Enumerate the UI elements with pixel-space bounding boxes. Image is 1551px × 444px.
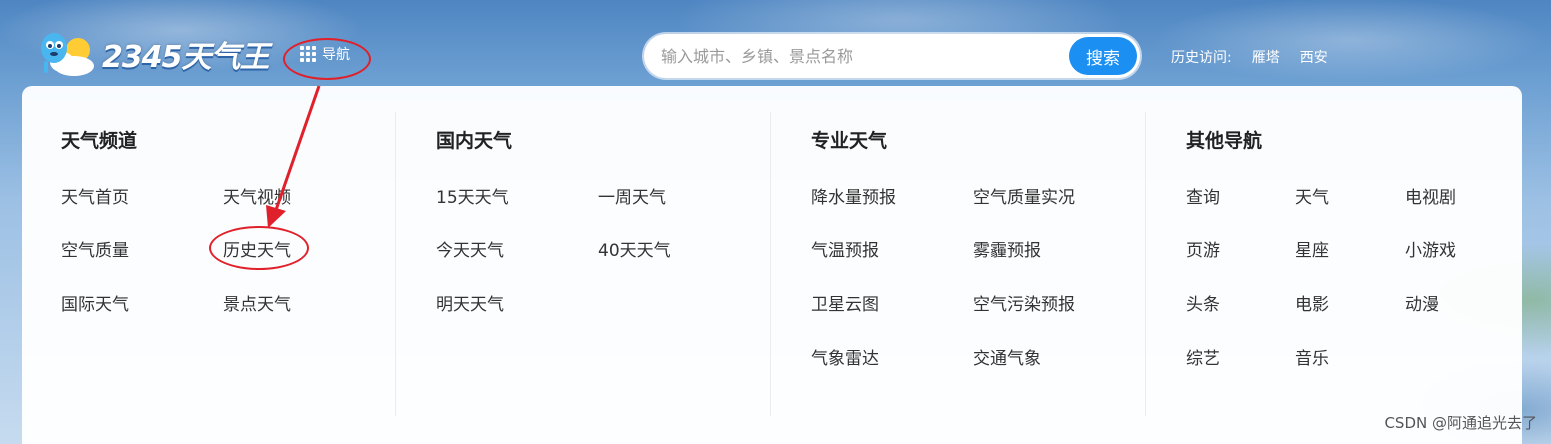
annotation-circle-history: [209, 226, 309, 270]
nav-link[interactable]: 雾霾预报: [973, 236, 1041, 261]
nav-link[interactable]: 天气视频: [223, 183, 291, 208]
nav-link[interactable]: 15天天气: [436, 183, 509, 208]
logo-text: 2345天气王: [102, 40, 269, 75]
history-item[interactable]: 雁塔: [1252, 47, 1280, 67]
nav-link[interactable]: 一周天气: [598, 183, 666, 208]
column-title-weather-channel: 天气频道: [61, 130, 138, 152]
history-visits: 历史访问: 雁塔 西安: [1171, 47, 1328, 67]
nav-link[interactable]: 卫星云图: [811, 290, 879, 315]
nav-link[interactable]: 动漫: [1405, 290, 1439, 315]
nav-link[interactable]: 电影: [1295, 290, 1329, 315]
nav-link[interactable]: 音乐: [1295, 344, 1329, 369]
column-divider: [770, 112, 771, 416]
nav-link[interactable]: 气象雷达: [811, 344, 879, 369]
search-button[interactable]: 搜索: [1069, 37, 1137, 75]
nav-link[interactable]: 电视剧: [1405, 183, 1456, 208]
site-logo[interactable]: 2345天气王: [34, 28, 269, 80]
nav-link[interactable]: 空气质量实况: [973, 183, 1075, 208]
column-divider: [1145, 112, 1146, 416]
nav-link[interactable]: 天气: [1295, 183, 1329, 208]
nav-link[interactable]: 40天天气: [598, 236, 671, 261]
nav-link[interactable]: 今天天气: [436, 236, 504, 261]
column-divider: [395, 112, 396, 416]
nav-link[interactable]: 页游: [1186, 236, 1220, 261]
nav-link[interactable]: 明天天气: [436, 290, 504, 315]
history-item[interactable]: 西安: [1300, 47, 1328, 67]
column-title-professional-weather: 专业天气: [811, 130, 888, 152]
nav-link[interactable]: 交通气象: [973, 344, 1041, 369]
nav-link[interactable]: 气温预报: [811, 236, 879, 261]
search-input[interactable]: [659, 45, 1069, 67]
nav-link[interactable]: 国际天气: [61, 290, 129, 315]
watermark: CSDN @阿通追光去了: [1384, 414, 1537, 432]
nav-link[interactable]: 景点天气: [223, 290, 291, 315]
annotation-circle-nav: [283, 38, 371, 80]
nav-link[interactable]: 小游戏: [1405, 236, 1456, 261]
nav-link[interactable]: 查询: [1186, 183, 1220, 208]
nav-link[interactable]: 空气污染预报: [973, 290, 1075, 315]
column-title-other-nav: 其他导航: [1186, 130, 1263, 152]
nav-link[interactable]: 综艺: [1186, 344, 1220, 369]
history-label: 历史访问:: [1171, 50, 1232, 66]
column-title-domestic-weather: 国内天气: [436, 130, 513, 152]
nav-link[interactable]: 星座: [1295, 236, 1329, 261]
nav-link[interactable]: 天气首页: [61, 183, 129, 208]
nav-link[interactable]: 降水量预报: [811, 183, 896, 208]
search-box: 搜索: [644, 34, 1140, 78]
mascot-icon: [34, 28, 98, 80]
nav-link[interactable]: 空气质量: [61, 236, 129, 261]
nav-link[interactable]: 头条: [1186, 290, 1220, 315]
